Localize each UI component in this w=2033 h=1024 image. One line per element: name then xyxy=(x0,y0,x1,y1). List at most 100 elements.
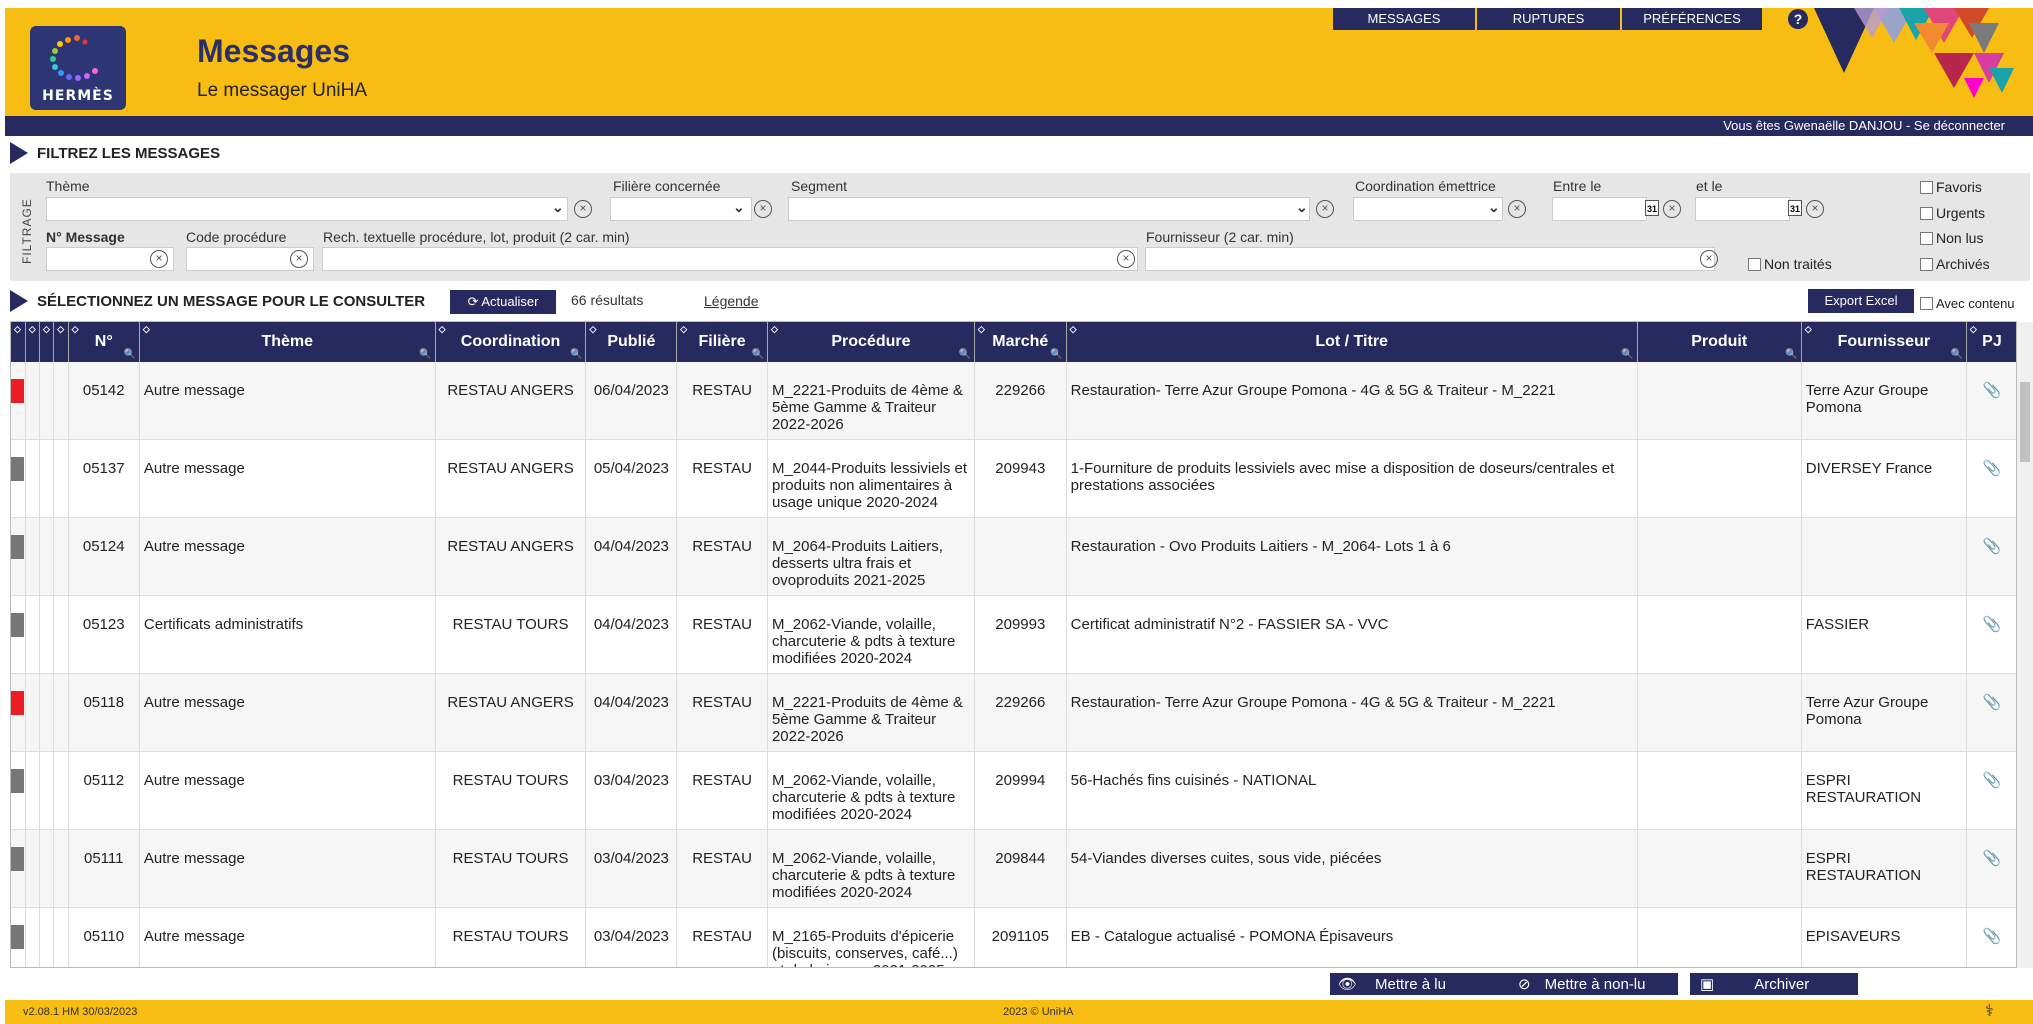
nav-messages[interactable]: MESSAGES xyxy=(1333,8,1475,30)
col-coordination[interactable]: ◇ Coordination 🔍 xyxy=(435,322,587,362)
attachment-icon[interactable]: 📎 xyxy=(1983,616,2002,633)
legend-link[interactable]: Légende xyxy=(704,293,759,309)
eye-off-icon: ⊘ xyxy=(1518,976,1531,993)
mark-unread-button[interactable]: ⊘ Mettre à non-lu xyxy=(1510,973,1678,995)
mark-read-button[interactable]: 👁 Mettre à lu xyxy=(1330,973,1520,995)
hermes-logo[interactable]: HERMÈS xyxy=(30,26,126,110)
attachment-icon[interactable]: 📎 xyxy=(1983,850,2002,867)
marche-cell: 229266 xyxy=(974,362,1067,440)
attachment-icon[interactable]: 📎 xyxy=(1983,382,2002,399)
fournisseur-input[interactable] xyxy=(1145,247,1715,271)
col-theme[interactable]: ◇ Thème 🔍 xyxy=(139,322,436,362)
col-pj[interactable]: ◇ PJ xyxy=(1966,322,2016,362)
clear-segment-icon[interactable]: × xyxy=(1316,200,1334,218)
chevron-down-icon[interactable]: ⌄ xyxy=(1488,199,1500,216)
flag2-cell xyxy=(25,673,41,752)
table-row[interactable]: 05118 Autre message RESTAU ANGERS 04/04/202… xyxy=(11,673,2016,752)
chevron-down-icon[interactable]: ⌄ xyxy=(733,199,745,216)
col-marche[interactable]: ◇ Marché 🔍 xyxy=(974,322,1067,362)
theme-cell: Autre message xyxy=(139,829,436,908)
lot-cell: EB - Catalogue actualisé - POMONA Épisav… xyxy=(1066,907,1638,967)
avec-contenu-checkbox[interactable]: Avec contenu xyxy=(1920,296,2015,311)
col-num[interactable]: ◇ N° 🔍 xyxy=(68,322,140,362)
clear-search-icon[interactable]: × xyxy=(1117,250,1135,268)
theme-cell: Autre message xyxy=(139,907,436,967)
calendar-icon[interactable]: 31 xyxy=(1788,200,1802,216)
table-row[interactable]: 05142 Autre message RESTAU ANGERS 06/04/202… xyxy=(11,362,2016,440)
chevron-down-icon[interactable]: ⌄ xyxy=(552,199,564,216)
clear-date-from-icon[interactable]: × xyxy=(1663,200,1681,218)
flag4-cell xyxy=(53,439,69,518)
archives-checkbox[interactable]: Archivés xyxy=(1920,256,1990,272)
non-traites-checkbox[interactable]: Non traités xyxy=(1748,256,1832,272)
flag2-cell xyxy=(25,517,41,596)
segment-select[interactable] xyxy=(788,197,1310,221)
refresh-button[interactable]: ⟳ Actualiser xyxy=(450,290,556,314)
num-message-label: N° Message xyxy=(46,229,125,245)
col-flag1[interactable]: ◇ xyxy=(11,322,26,362)
pj-cell: 📎 xyxy=(1966,362,2016,440)
filiere-select[interactable] xyxy=(610,197,752,221)
nav-ruptures[interactable]: RUPTURES xyxy=(1477,8,1620,30)
col-filiere[interactable]: ◇ Filière 🔍 xyxy=(676,322,768,362)
non-lus-checkbox[interactable]: Non lus xyxy=(1920,230,1983,246)
table-row[interactable]: 05111 Autre message RESTAU TOURS 03/04/2023… xyxy=(11,829,2016,908)
table-scrollbar[interactable] xyxy=(2017,322,2033,968)
col-flag2[interactable]: ◇ xyxy=(25,322,41,362)
lot-cell: Restauration - Ovo Produits Laitiers - M… xyxy=(1066,517,1638,596)
filiere-cell: RESTAU xyxy=(676,829,768,908)
col-procedure[interactable]: ◇ Procédure 🔍 xyxy=(767,322,975,362)
num-cell: 05137 xyxy=(68,439,140,518)
help-icon[interactable]: ? xyxy=(1788,9,1808,29)
attachment-icon[interactable]: 📎 xyxy=(1983,928,2002,945)
theme-select[interactable] xyxy=(46,197,568,221)
chevron-down-icon[interactable]: ⌄ xyxy=(1296,199,1308,216)
col-publie[interactable]: ◇ Publié xyxy=(585,322,678,362)
table-row[interactable]: 05110 Autre message RESTAU TOURS 03/04/2023… xyxy=(11,907,2016,967)
col-fournisseur[interactable]: ◇ Fournisseur 🔍 xyxy=(1801,322,1967,362)
eye-icon: 👁 xyxy=(1338,976,1358,993)
attachment-icon[interactable]: 📎 xyxy=(1983,460,2002,477)
marche-cell: 229266 xyxy=(974,673,1067,752)
logo-text: HERMÈS xyxy=(42,88,114,104)
favoris-checkbox[interactable]: Favoris xyxy=(1920,179,1982,195)
status-flag xyxy=(11,457,24,481)
procedure-cell: M_2165-Produits d'épicerie (biscuits, co… xyxy=(767,907,975,967)
coordination-select[interactable] xyxy=(1353,197,1503,221)
clear-fournisseur-icon[interactable]: × xyxy=(1700,250,1718,268)
col-lot[interactable]: ◇ Lot / Titre 🔍 xyxy=(1066,322,1638,362)
clear-theme-icon[interactable]: × xyxy=(574,200,592,218)
user-bar[interactable]: Vous êtes Gwenaëlle DANJOU - Se déconnec… xyxy=(5,116,2033,136)
nav-preferences[interactable]: PRÉFÉRENCES xyxy=(1622,8,1762,30)
attachment-icon[interactable]: 📎 xyxy=(1983,772,2002,789)
urgents-checkbox[interactable]: Urgents xyxy=(1920,205,1985,221)
table-row[interactable]: 05123 Certificats administratifs RESTAU TO… xyxy=(11,595,2016,674)
table-row[interactable]: 05124 Autre message RESTAU ANGERS 04/04/202… xyxy=(11,517,2016,596)
calendar-icon[interactable]: 31 xyxy=(1645,200,1659,216)
export-excel-button[interactable]: Export Excel xyxy=(1808,289,1914,313)
archive-button[interactable]: ▣ Archiver xyxy=(1690,973,1858,995)
clear-num-icon[interactable]: × xyxy=(150,250,168,268)
table-row[interactable]: 05112 Autre message RESTAU TOURS 03/04/2023… xyxy=(11,751,2016,830)
produit-cell xyxy=(1637,829,1802,908)
table-row[interactable]: 05137 Autre message RESTAU ANGERS 05/04/202… xyxy=(11,439,2016,518)
col-flag4[interactable]: ◇ xyxy=(53,322,69,362)
top-nav: MESSAGES RUPTURES PRÉFÉRENCES xyxy=(1333,8,1764,30)
status-flag xyxy=(11,691,24,715)
clear-date-to-icon[interactable]: × xyxy=(1806,200,1824,218)
search-text-input[interactable] xyxy=(322,247,1138,271)
attachment-icon[interactable]: 📎 xyxy=(1983,538,2002,555)
col-flag3[interactable]: ◇ xyxy=(39,322,55,362)
fournisseur-cell: FASSIER xyxy=(1801,595,1967,674)
theme-cell: Certificats administratifs xyxy=(139,595,436,674)
date-to-input[interactable] xyxy=(1695,197,1790,221)
segment-label: Segment xyxy=(791,178,848,194)
col-produit[interactable]: Produit 🔍 xyxy=(1637,322,1802,362)
procedure-cell: M_2044-Produits lessiviels et produits n… xyxy=(767,439,975,518)
clear-code-icon[interactable]: × xyxy=(290,250,308,268)
flag-cell xyxy=(11,907,26,967)
clear-coordination-icon[interactable]: × xyxy=(1508,200,1526,218)
clear-filiere-icon[interactable]: × xyxy=(754,200,772,218)
date-from-input[interactable] xyxy=(1552,197,1647,221)
attachment-icon[interactable]: 📎 xyxy=(1983,694,2002,711)
